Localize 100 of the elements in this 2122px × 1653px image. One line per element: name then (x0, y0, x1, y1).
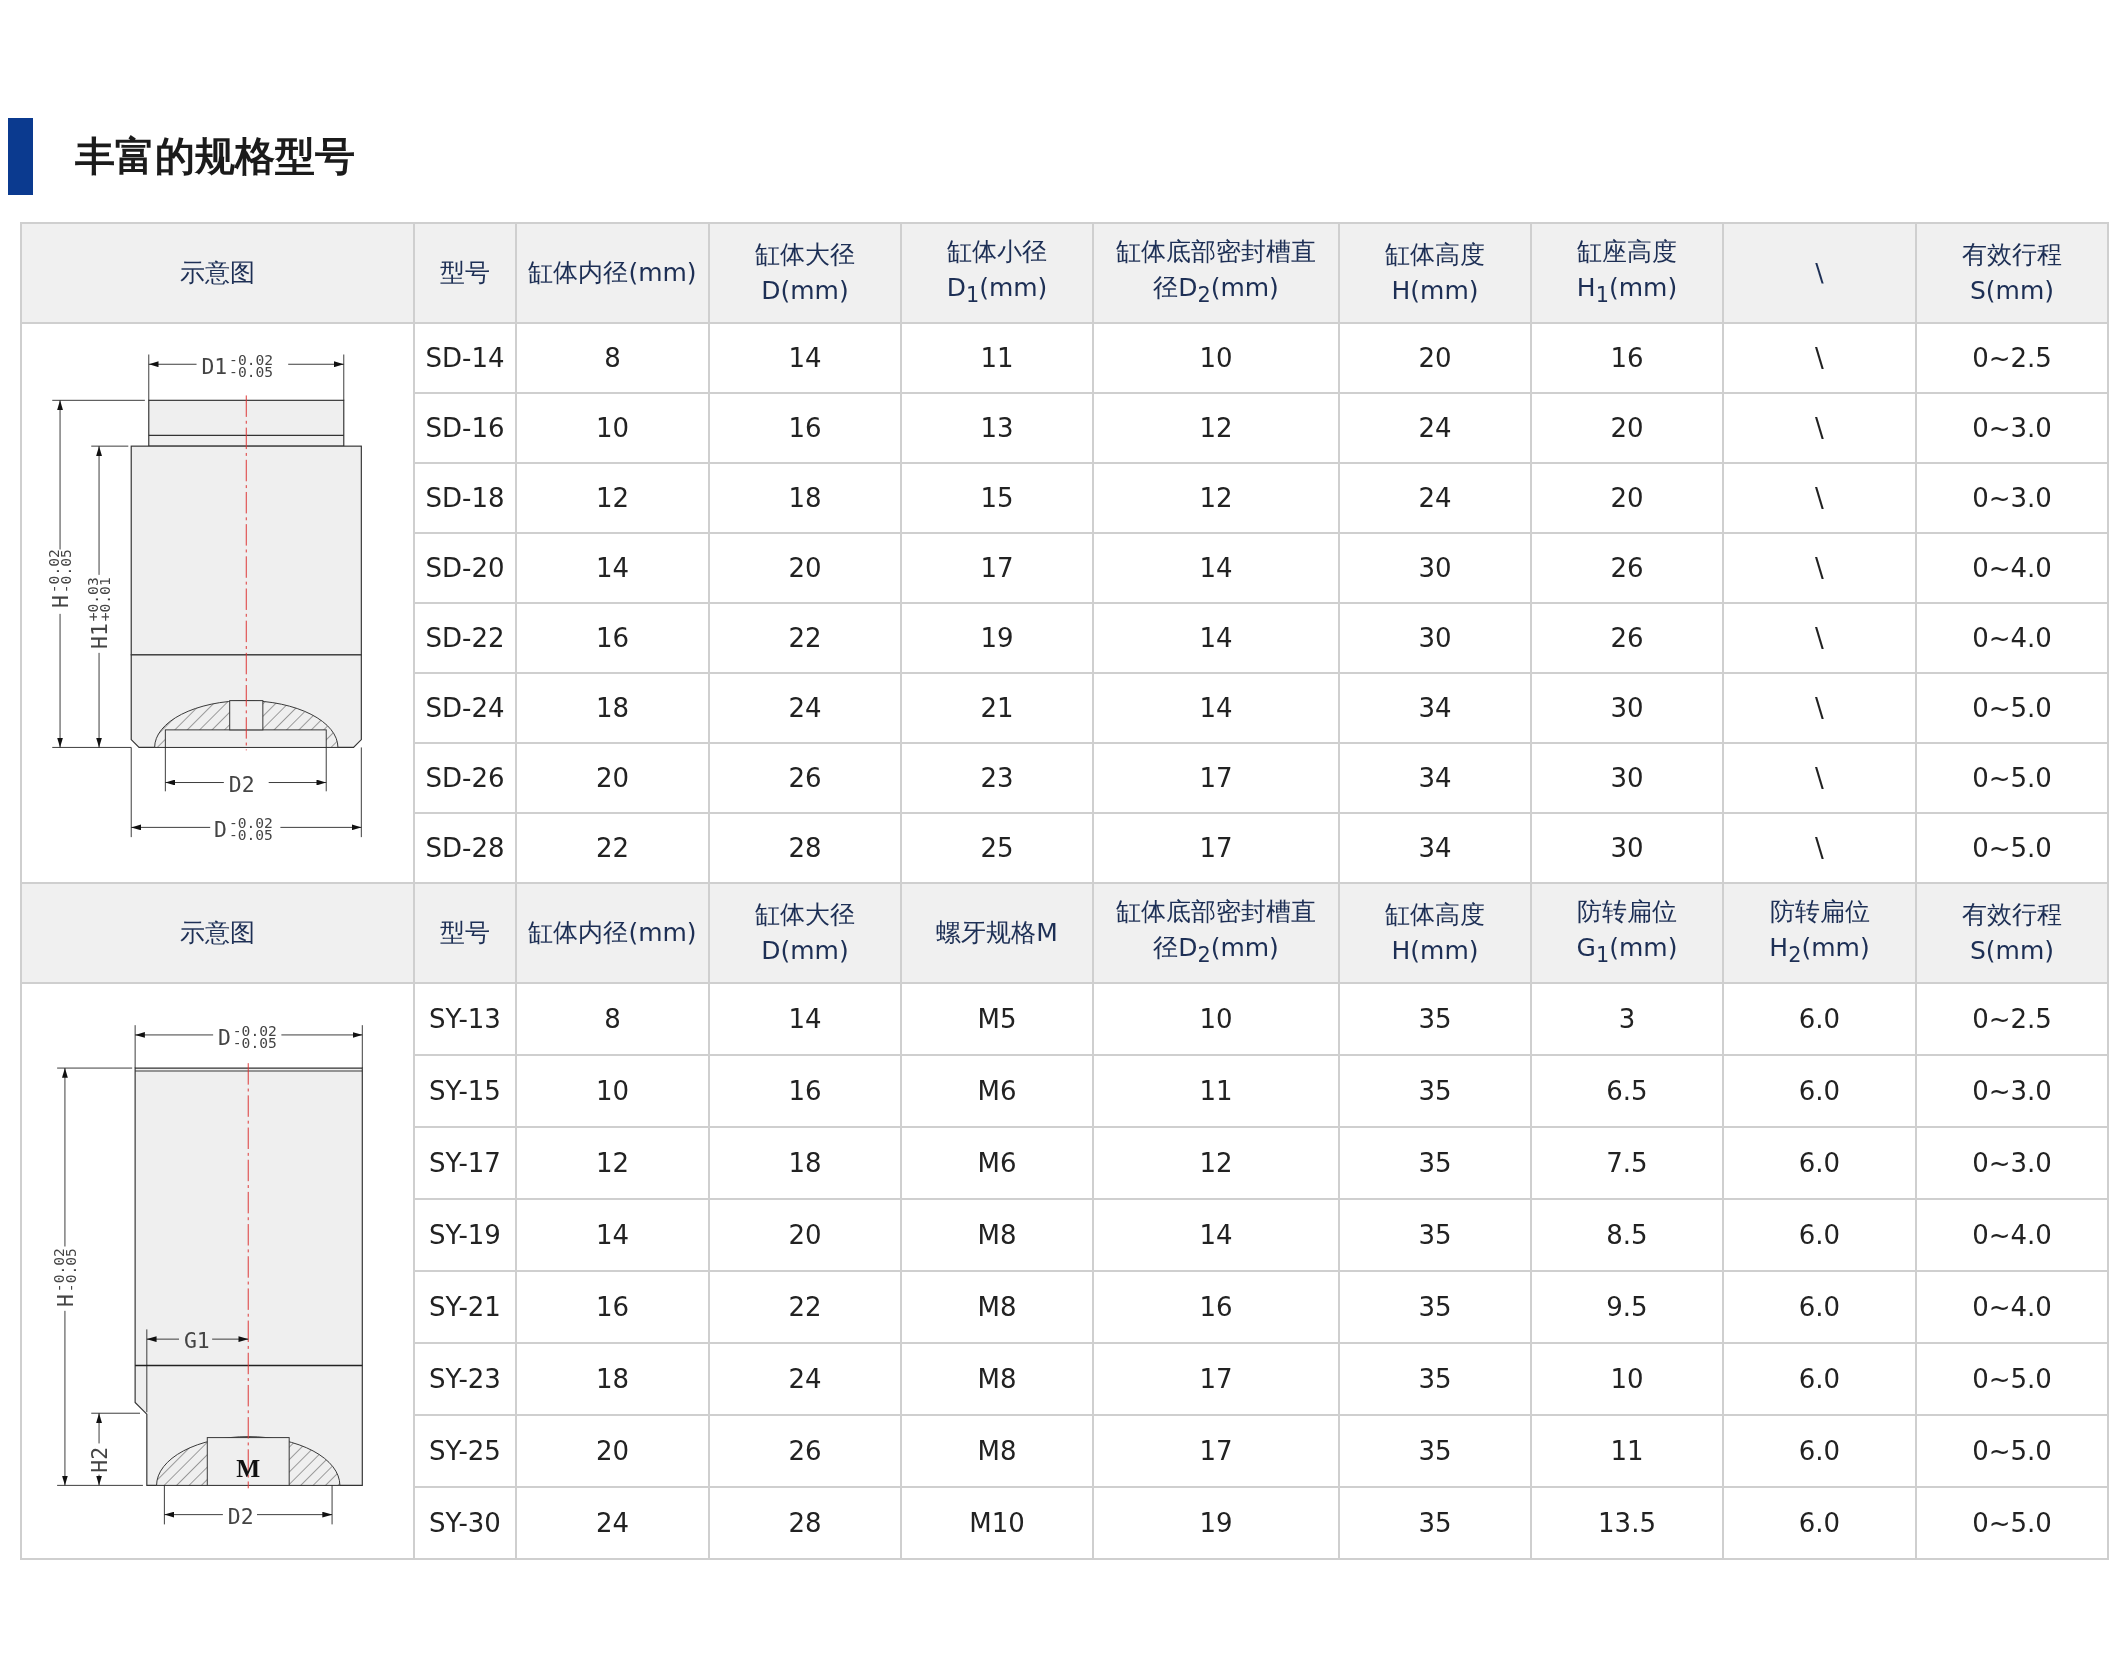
table-cell: 34 (1339, 743, 1531, 813)
table-cell: 0~3.0 (1916, 1055, 2108, 1127)
table-cell: SY-13 (414, 983, 516, 1055)
table-cell: SY-23 (414, 1343, 516, 1415)
table-cell: 16 (1531, 323, 1723, 393)
table-cell: 6.5 (1531, 1055, 1723, 1127)
column-header: 缸体底部密封槽直 径D$_{2}$(mm) (1093, 223, 1339, 323)
table-cell: 24 (1339, 393, 1531, 463)
table-cell: 9.5 (1531, 1271, 1723, 1343)
table-cell: 6.0 (1723, 1343, 1916, 1415)
table-cell: 17 (901, 533, 1093, 603)
table-cell: 15 (901, 463, 1093, 533)
table-cell: M5 (901, 983, 1093, 1055)
table-cell: 12 (516, 463, 709, 533)
table-cell: 35 (1339, 1415, 1531, 1487)
table-cell: 6.0 (1723, 1055, 1916, 1127)
column-header: 缸体内径(mm) (516, 883, 709, 983)
table-cell: SD-20 (414, 533, 516, 603)
table-cell: 17 (1093, 1343, 1339, 1415)
table-cell: 10 (516, 1055, 709, 1127)
table-cell: 0~4.0 (1916, 603, 2108, 673)
table-cell: \ (1723, 533, 1916, 603)
table-cell: 30 (1339, 603, 1531, 673)
dimension-label: H2 (86, 1447, 112, 1473)
table-cell: 20 (516, 743, 709, 813)
table-cell: 0~3.0 (1916, 393, 2108, 463)
table-cell: 26 (709, 1415, 901, 1487)
column-header: 型号 (414, 223, 516, 323)
table-cell: SD-22 (414, 603, 516, 673)
table-cell: 0~2.5 (1916, 983, 2108, 1055)
dimension-label: M (235, 1453, 260, 1482)
section-title: 丰富的规格型号 (75, 132, 355, 181)
column-header: 缸体高度 H(mm) (1339, 223, 1531, 323)
table-cell: 0~4.0 (1916, 533, 2108, 603)
table-cell: 20 (516, 1415, 709, 1487)
table-cell: 3 (1531, 983, 1723, 1055)
column-header: \ (1723, 223, 1916, 323)
table-cell: 24 (1339, 463, 1531, 533)
table-cell: 11 (1531, 1415, 1723, 1487)
table-cell: 24 (709, 673, 901, 743)
table-cell: \ (1723, 393, 1916, 463)
table-cell: 10 (1093, 983, 1339, 1055)
table-cell: 24 (516, 1487, 709, 1559)
column-header: 螺牙规格M (901, 883, 1093, 983)
column-header: 缸体内径(mm) (516, 223, 709, 323)
dimension-label: G1 (183, 1328, 210, 1354)
table-cell: M6 (901, 1127, 1093, 1199)
table-cell: 7.5 (1531, 1127, 1723, 1199)
table-cell: 17 (1093, 1415, 1339, 1487)
table-cell: 20 (1531, 463, 1723, 533)
table-cell: 13.5 (1531, 1487, 1723, 1559)
table-cell: 14 (516, 533, 709, 603)
table-cell: 18 (709, 463, 901, 533)
table-cell: 6.0 (1723, 1487, 1916, 1559)
column-header: 防转扁位 G$_{1}$(mm) (1531, 883, 1723, 983)
table-cell: SY-17 (414, 1127, 516, 1199)
dimension-label: H1+0.03 +0.01 (83, 577, 113, 649)
table-cell: 20 (1531, 393, 1723, 463)
table-cell: 22 (709, 603, 901, 673)
table-cell: 6.0 (1723, 1199, 1916, 1271)
table-cell: \ (1723, 463, 1916, 533)
dimension-label: H-0.02 -0.05 (49, 1248, 79, 1308)
table-cell: 14 (1093, 673, 1339, 743)
table-cell: 20 (1339, 323, 1531, 393)
table-cell: 0~5.0 (1916, 1343, 2108, 1415)
table-cell: 19 (1093, 1487, 1339, 1559)
table-cell: 10 (1093, 323, 1339, 393)
table-cell: 0~4.0 (1916, 1199, 2108, 1271)
column-header: 防转扁位 H$_{2}$(mm) (1723, 883, 1916, 983)
table-cell: 6.0 (1723, 983, 1916, 1055)
table-cell: 8 (516, 983, 709, 1055)
table-cell: M8 (901, 1271, 1093, 1343)
table-cell: 35 (1339, 1487, 1531, 1559)
table-cell: 30 (1339, 533, 1531, 603)
table-cell: \ (1723, 603, 1916, 673)
table-cell: 6.0 (1723, 1127, 1916, 1199)
table-cell: 28 (709, 1487, 901, 1559)
table-cell: M8 (901, 1415, 1093, 1487)
table-cell: SY-15 (414, 1055, 516, 1127)
column-header: 缸体大径 D(mm) (709, 223, 901, 323)
column-header: 有效行程 S(mm) (1916, 223, 2108, 323)
table-cell: SY-19 (414, 1199, 516, 1271)
table-cell: \ (1723, 743, 1916, 813)
table-cell: SD-16 (414, 393, 516, 463)
table-cell: 35 (1339, 1127, 1531, 1199)
table-cell: 0~3.0 (1916, 463, 2108, 533)
column-header: 型号 (414, 883, 516, 983)
table-cell: M6 (901, 1055, 1093, 1127)
table-cell: 35 (1339, 1055, 1531, 1127)
table-cell: 26 (1531, 603, 1723, 673)
table-cell: 14 (1093, 533, 1339, 603)
dimension-label: D2 (228, 772, 255, 798)
table-cell: 10 (1531, 1343, 1723, 1415)
table-cell: 6.0 (1723, 1271, 1916, 1343)
table-cell: 12 (1093, 1127, 1339, 1199)
table-cell: 11 (901, 323, 1093, 393)
table-cell: 0~5.0 (1916, 1487, 2108, 1559)
table-cell: 26 (709, 743, 901, 813)
table-cell: 14 (1093, 1199, 1339, 1271)
table-cell: SY-25 (414, 1415, 516, 1487)
